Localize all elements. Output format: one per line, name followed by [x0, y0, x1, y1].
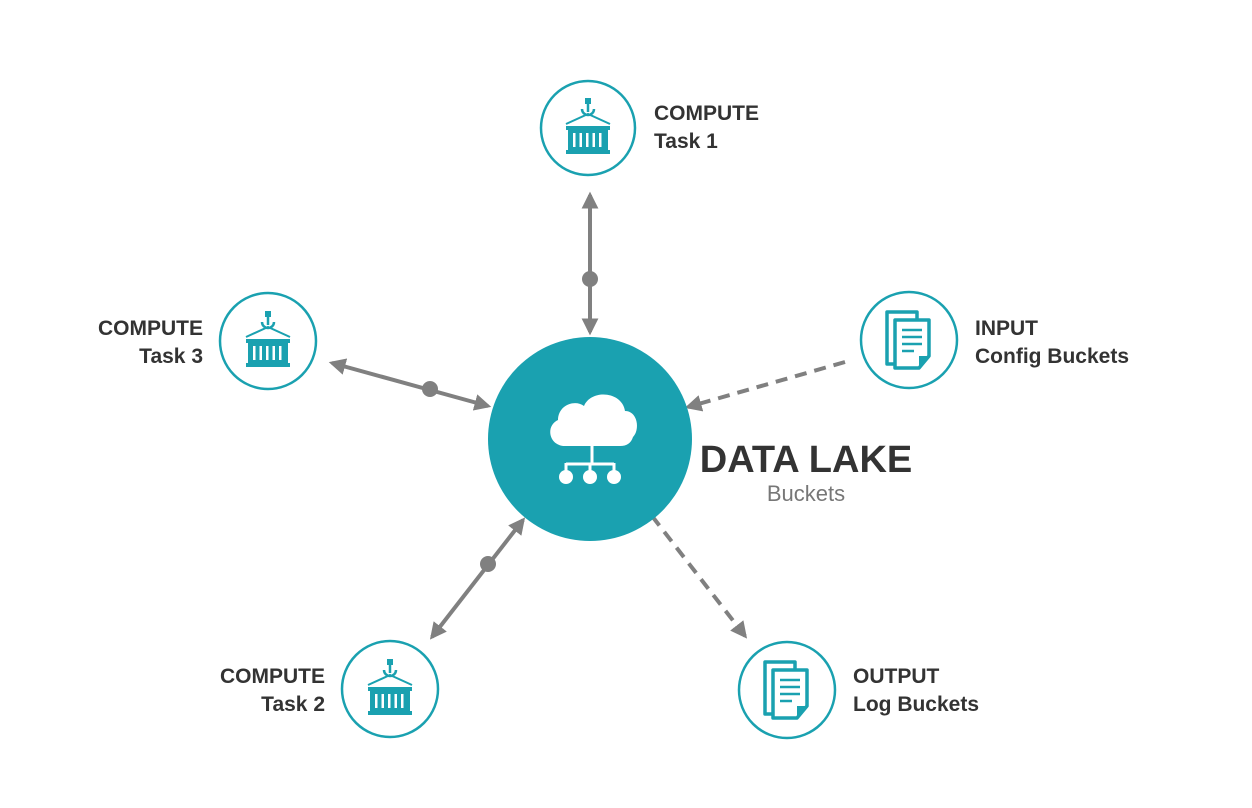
node-label-line2: Task 2	[261, 693, 325, 716]
data-lake-diagram: DATA LAKE Buckets COMPUTE Task 1 COMPUTE…	[98, 79, 1129, 740]
connector-compute-task-1	[581, 191, 599, 336]
node-label-line2: Log Buckets	[853, 693, 979, 716]
data-lake-hub: DATA LAKE Buckets	[488, 337, 912, 541]
node-label-line1: COMPUTE	[654, 102, 759, 125]
hub-title: DATA LAKE	[700, 439, 913, 481]
documents-icon	[885, 310, 931, 370]
node-input: INPUT Config Buckets	[859, 290, 1129, 390]
node-compute-task-2: COMPUTE Task 2	[220, 639, 440, 739]
node-label-line1: COMPUTE	[220, 665, 325, 688]
connector-midpoint-dot	[422, 381, 438, 397]
node-label-line1: OUTPUT	[853, 665, 940, 688]
node-compute-task-1: COMPUTE Task 1	[539, 79, 759, 177]
connector-compute-task-2	[429, 517, 526, 640]
node-compute-task-3: COMPUTE Task 3	[98, 291, 318, 391]
documents-icon	[763, 660, 809, 720]
node-label-line1: COMPUTE	[98, 317, 203, 340]
node-output: OUTPUT Log Buckets	[737, 640, 979, 740]
connector-input	[684, 360, 846, 412]
node-label-line2: Config Buckets	[975, 345, 1129, 368]
hub-subtitle: Buckets	[767, 481, 845, 506]
node-label-line2: Task 1	[654, 130, 718, 153]
connector-midpoint-dot	[582, 271, 598, 287]
connector-compute-task-3	[328, 358, 492, 411]
node-label-line2: Task 3	[139, 345, 203, 368]
connector-midpoint-dot	[480, 556, 496, 572]
connector-output	[650, 514, 748, 639]
node-label-line1: INPUT	[975, 317, 1038, 340]
